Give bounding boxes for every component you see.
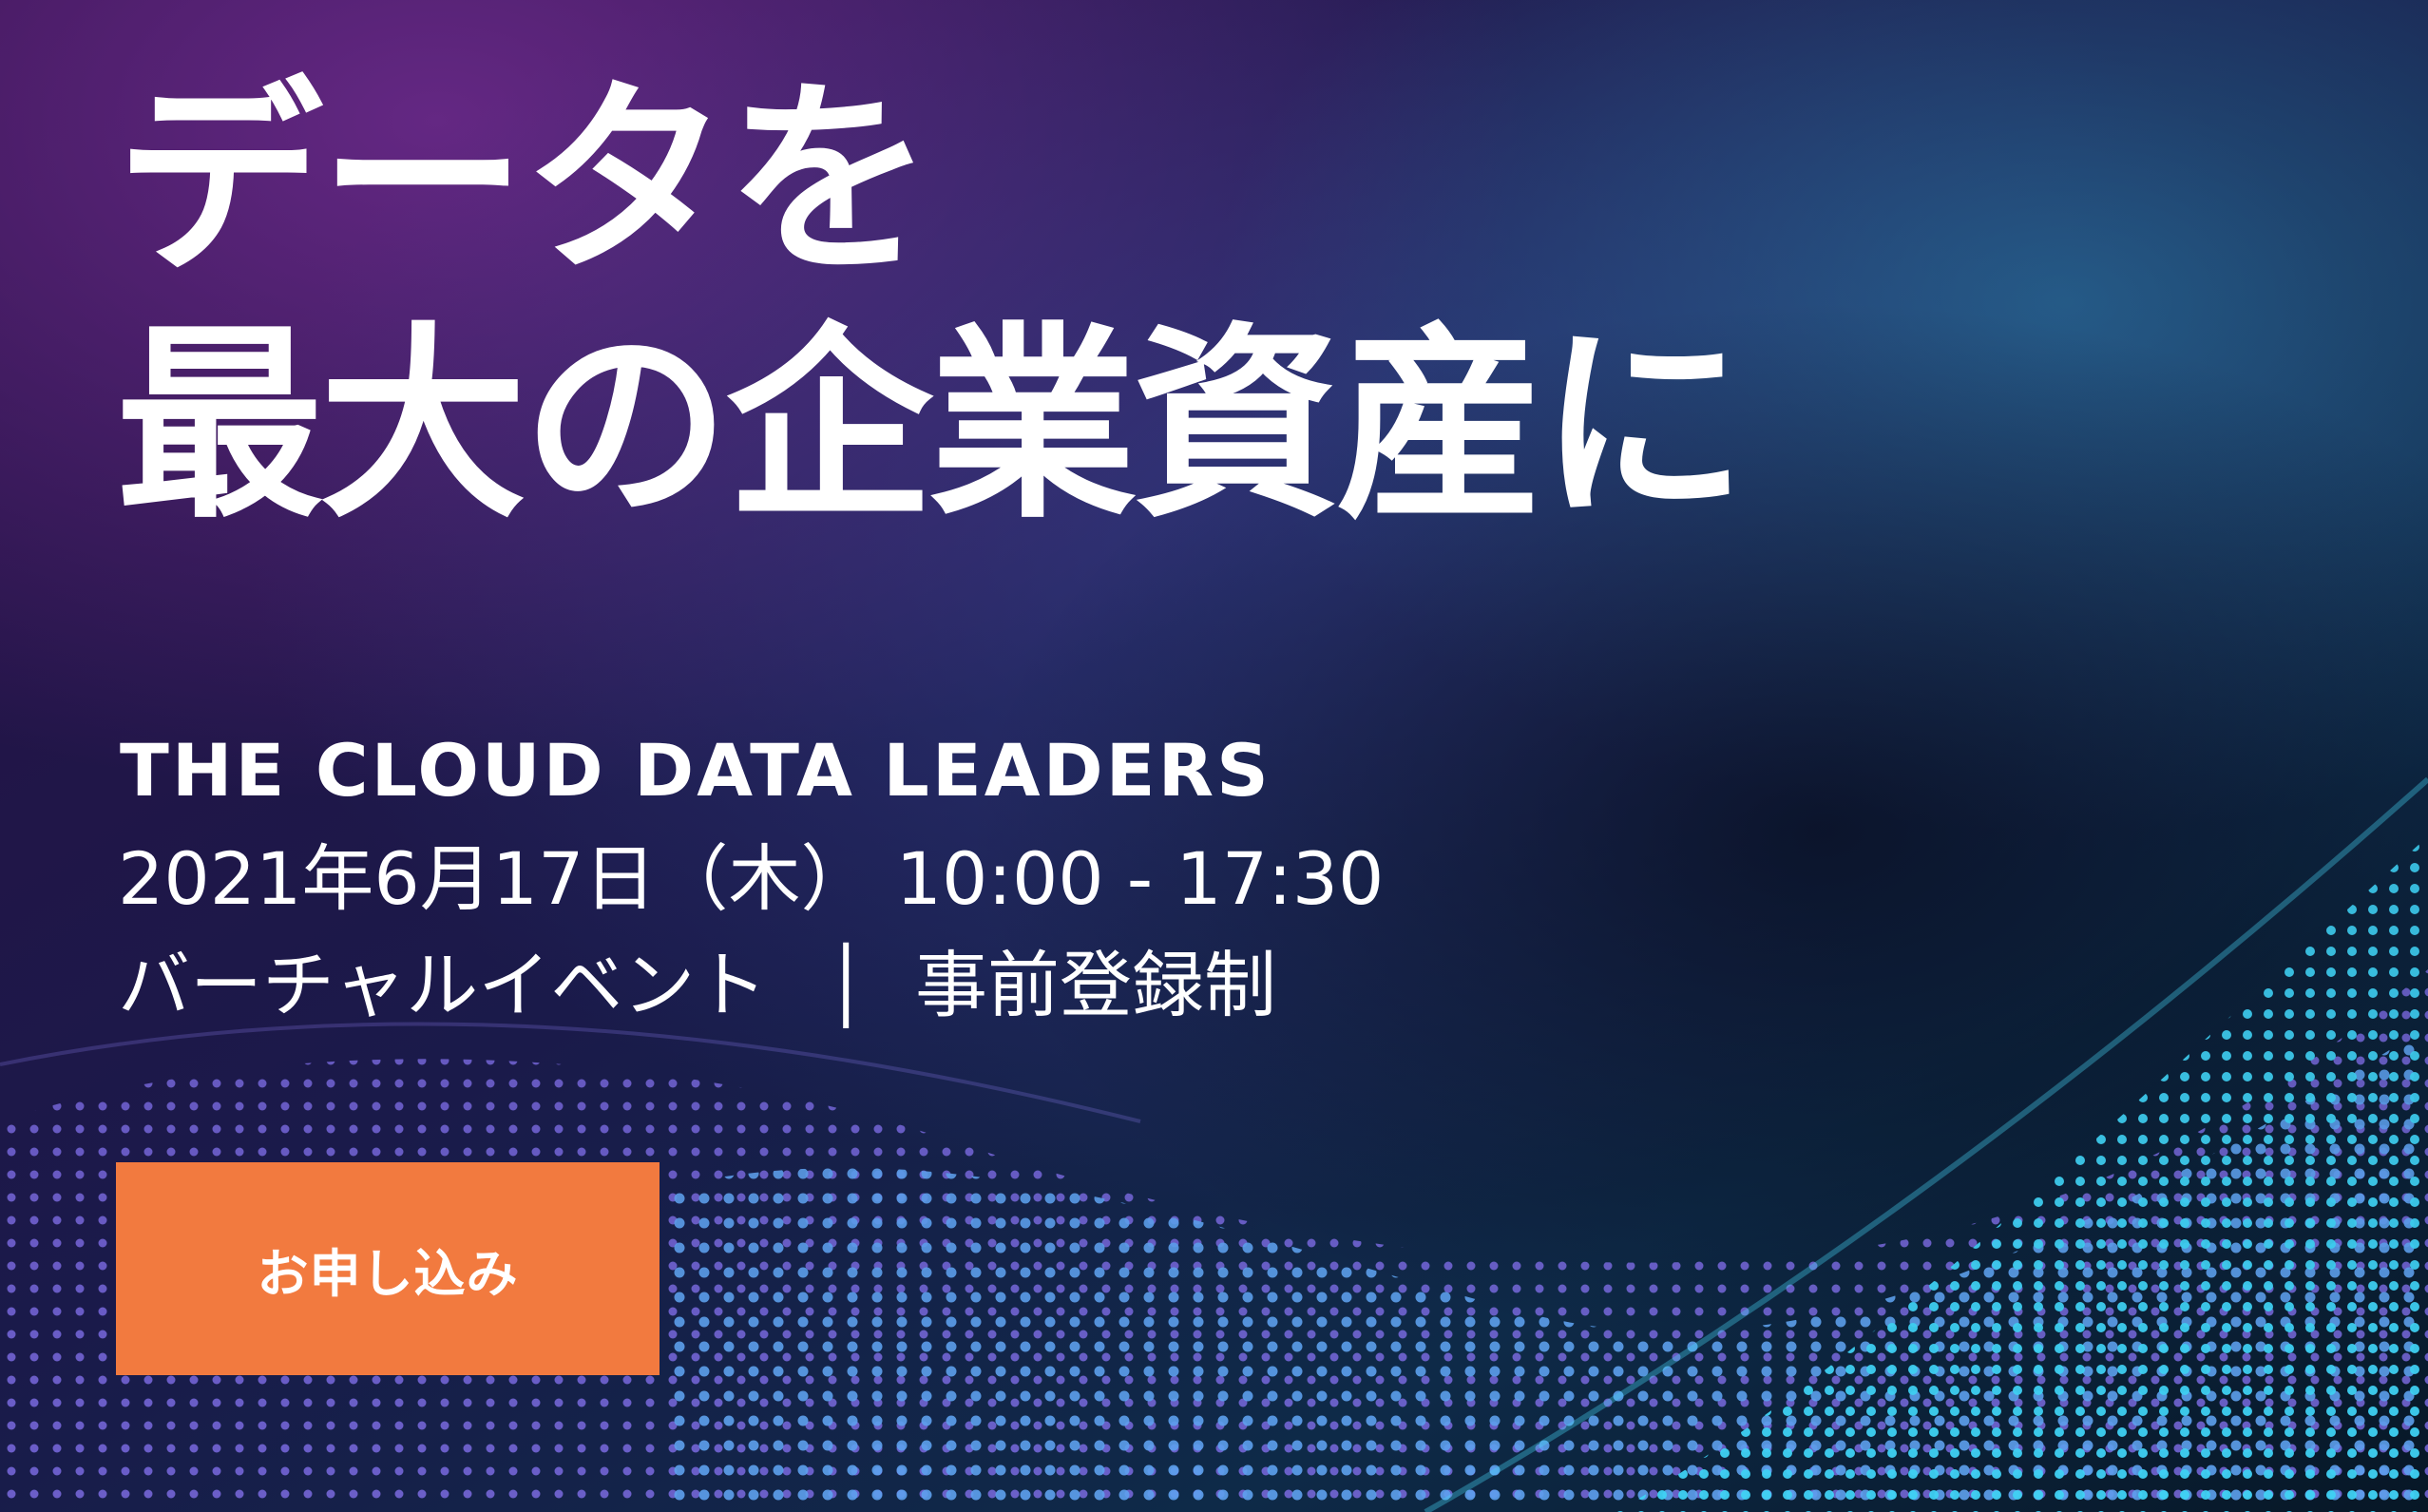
headline-line-2: 最大の企業資産に <box>116 306 1747 546</box>
event-format-line: バーチャルイベント │ 事前登録制 <box>118 939 1276 1032</box>
hero-headline: データを 最大の企業資産に <box>116 59 1747 549</box>
event-format: バーチャルイベント <box>118 943 768 1027</box>
registration-type: 事前登録制 <box>915 943 1277 1027</box>
hero-content: データを 最大の企業資産に THE CLOUD DATA LEADERS 202… <box>116 0 2302 1512</box>
hero-banner: データを 最大の企業資産に THE CLOUD DATA LEADERS 202… <box>0 0 2428 1512</box>
event-date: 2021年6月17日（木） 10:00 - 17:30 <box>118 836 1385 921</box>
event-name: THE CLOUD DATA LEADERS <box>120 728 1271 813</box>
headline-line-1: データを <box>116 61 933 301</box>
event-separator: │ <box>824 943 869 1027</box>
apply-button[interactable]: お申し込み <box>116 1162 660 1375</box>
